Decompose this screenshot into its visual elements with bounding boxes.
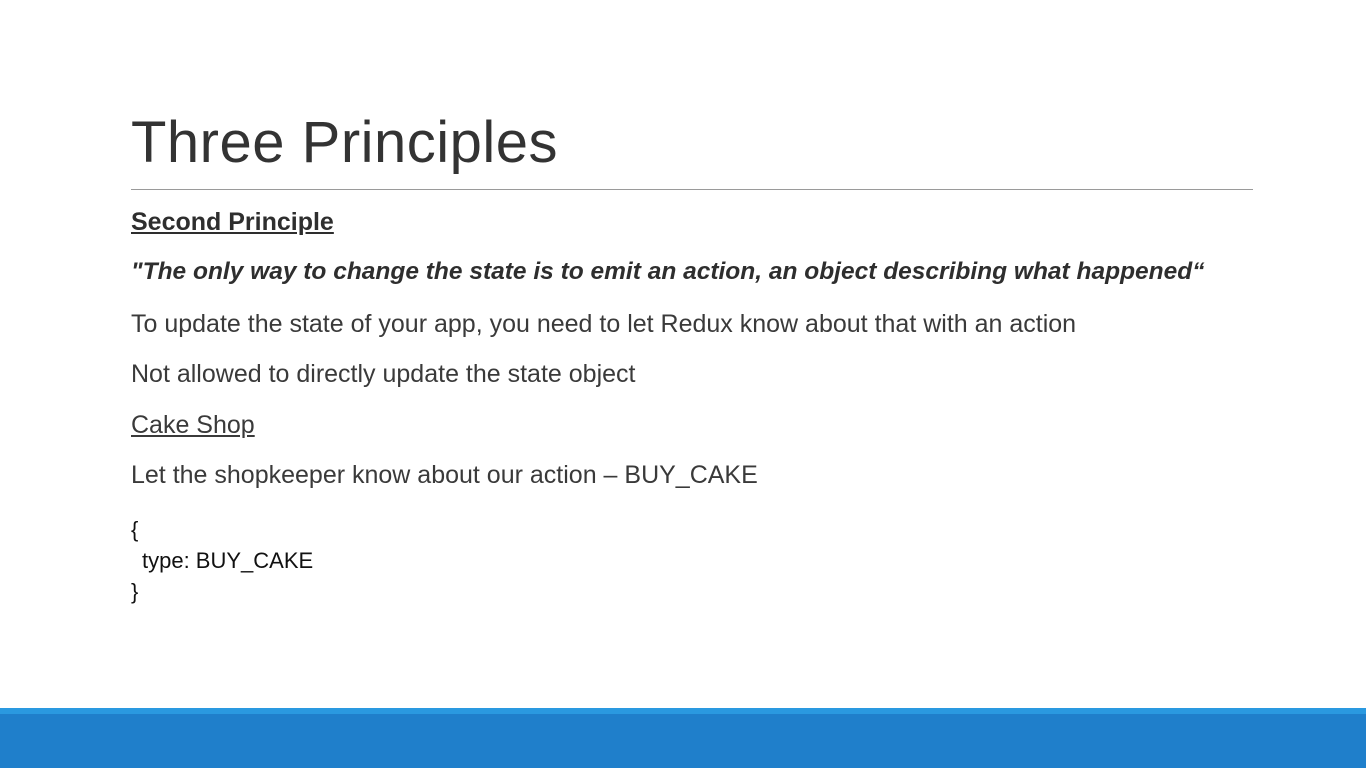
code-open-brace: { — [131, 517, 139, 542]
action-object-code: {type: BUY_CAKE} — [131, 514, 313, 607]
principle-quote: "The only way to change the state is to … — [131, 258, 1205, 285]
code-close-brace: } — [131, 579, 139, 604]
code-type-line: type: BUY_CAKE — [142, 548, 314, 573]
example-subheading: Cake Shop — [131, 411, 255, 439]
title-divider — [131, 189, 1253, 190]
footer-highlight — [0, 708, 1366, 714]
example-text: Let the shopkeeper know about our action… — [131, 461, 758, 489]
point-not-allowed: Not allowed to directly update the state… — [131, 360, 636, 388]
slide-title: Three Principles — [131, 110, 559, 175]
slide: Three Principles Second Principle "The o… — [0, 0, 1366, 768]
point-update-state: To update the state of your app, you nee… — [131, 310, 1077, 338]
section-heading: Second Principle — [131, 208, 334, 236]
footer-bar — [0, 708, 1366, 768]
